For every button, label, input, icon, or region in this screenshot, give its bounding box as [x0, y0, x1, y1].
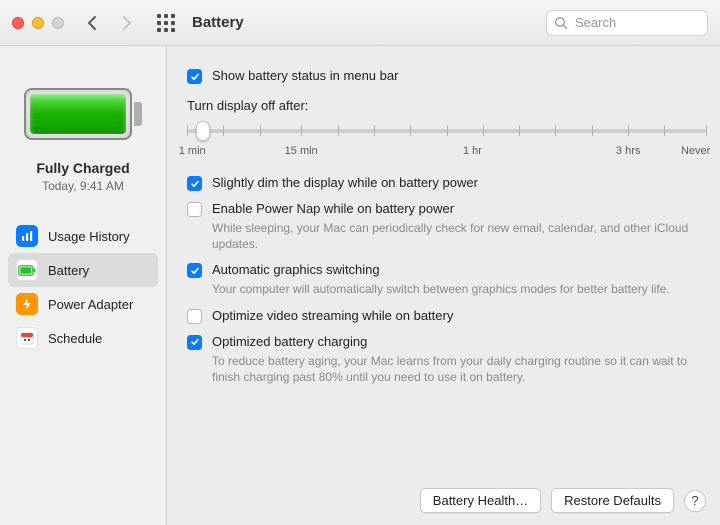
sidebar: Fully Charged Today, 9:41 AM Usage Histo…	[0, 46, 167, 525]
close-window-button[interactable]	[12, 17, 24, 29]
zoom-window-button	[52, 17, 64, 29]
sidebar-item-usage-history[interactable]: Usage History	[8, 219, 158, 253]
sidebar-item-battery[interactable]: Battery	[8, 253, 158, 287]
battery-health-button[interactable]: Battery Health…	[420, 488, 541, 513]
checkbox-power-nap[interactable]	[187, 202, 202, 217]
label-auto-graphics: Automatic graphics switching	[212, 262, 380, 277]
checkbox-dim-display[interactable]	[187, 176, 202, 191]
help-button[interactable]: ?	[684, 490, 706, 512]
slider-knob[interactable]	[196, 121, 210, 141]
battery-large-icon	[24, 88, 142, 140]
bolt-icon	[16, 293, 38, 315]
chart-icon	[16, 225, 38, 247]
label-power-nap: Enable Power Nap while on battery power	[212, 201, 454, 216]
show-all-button[interactable]	[154, 9, 178, 37]
checkbox-show-status[interactable]	[187, 69, 202, 84]
label-dim-display: Slightly dim the display while on batter…	[212, 175, 478, 190]
restore-defaults-button[interactable]: Restore Defaults	[551, 488, 674, 513]
display-off-slider[interactable]	[187, 121, 706, 141]
label-optimized-charging: Optimized battery charging	[212, 334, 367, 349]
forward-button	[114, 9, 138, 37]
sidebar-item-power-adapter[interactable]: Power Adapter	[8, 287, 158, 321]
sidebar-item-label: Power Adapter	[48, 297, 133, 312]
back-button[interactable]	[80, 9, 104, 37]
search-field-wrap	[546, 10, 708, 36]
checkbox-auto-graphics[interactable]	[187, 263, 202, 278]
search-icon	[554, 16, 568, 30]
checkbox-optimized-charging[interactable]	[187, 335, 202, 350]
slider-labels: 1 min 15 min 1 hr 3 hrs Never	[187, 145, 706, 161]
desc-power-nap: While sleeping, your Mac can periodicall…	[212, 220, 706, 252]
grid-icon	[157, 14, 175, 32]
slider-title: Turn display off after:	[187, 98, 706, 113]
sidebar-item-schedule[interactable]: Schedule	[8, 321, 158, 355]
battery-status: Fully Charged	[36, 160, 129, 176]
label-optimize-video: Optimize video streaming while on batter…	[212, 308, 453, 323]
content-pane: Show battery status in menu bar Turn dis…	[167, 46, 720, 525]
battery-icon	[16, 259, 38, 281]
desc-auto-graphics: Your computer will automatically switch …	[212, 281, 706, 297]
checkbox-optimize-video[interactable]	[187, 309, 202, 324]
sidebar-item-label: Battery	[48, 263, 89, 278]
label-show-status: Show battery status in menu bar	[212, 68, 398, 83]
search-input[interactable]	[546, 10, 708, 36]
toolbar: Battery	[0, 0, 720, 46]
minimize-window-button[interactable]	[32, 17, 44, 29]
window-title: Battery	[192, 14, 244, 31]
battery-timestamp: Today, 9:41 AM	[42, 179, 124, 193]
sidebar-item-label: Usage History	[48, 229, 130, 244]
sidebar-item-label: Schedule	[48, 331, 102, 346]
desc-optimized-charging: To reduce battery aging, your Mac learns…	[212, 353, 706, 385]
calendar-icon	[16, 327, 38, 349]
window-controls	[12, 17, 64, 29]
